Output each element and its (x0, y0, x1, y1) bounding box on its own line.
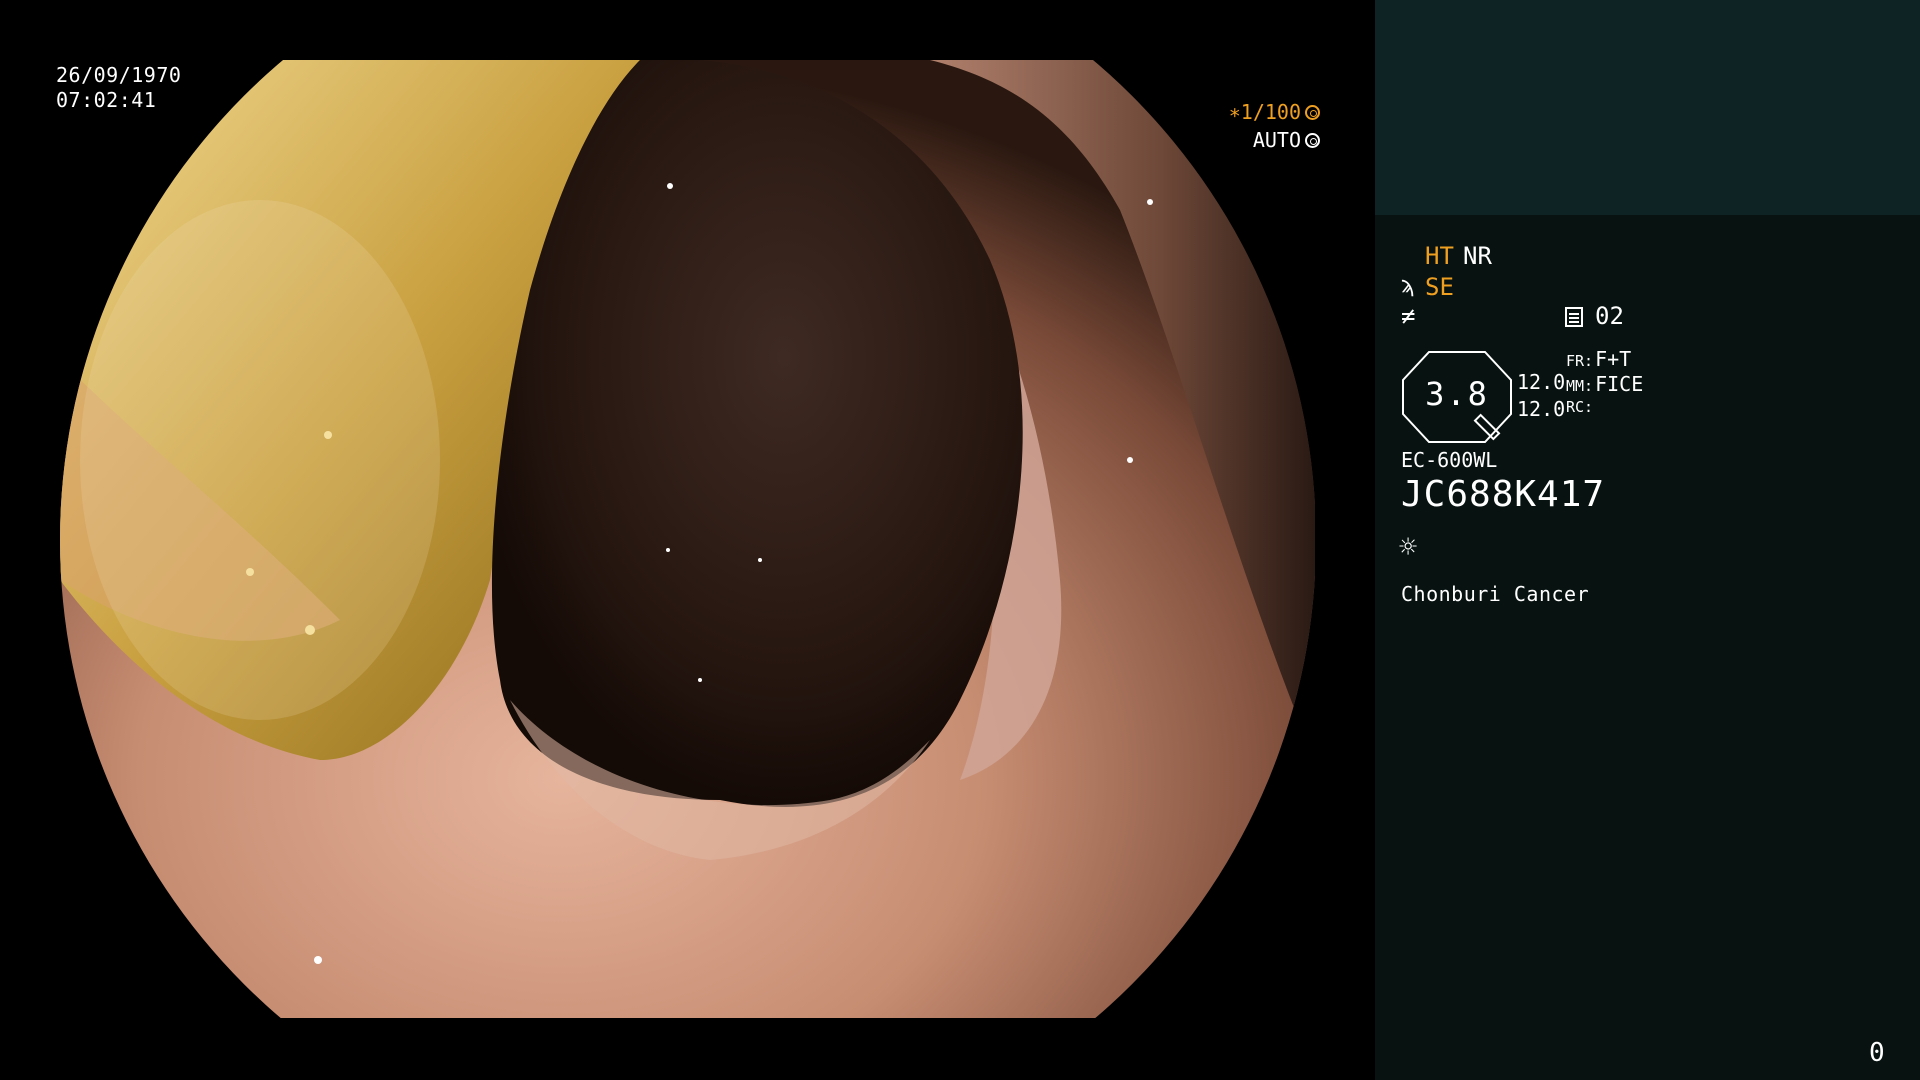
exposure-info: ∗1/100 AUTO (1200, 98, 1320, 154)
scope-serial: JC688K417 (1401, 474, 1606, 515)
mm-value: FICE (1595, 372, 1644, 396)
scope-model: EC-600WL (1401, 448, 1498, 472)
zoom-value: 3.8 (1425, 375, 1489, 413)
memory-value: 02 (1595, 302, 1624, 330)
time-text: 07:02:41 (56, 88, 157, 112)
fr-value: F+T (1595, 347, 1632, 371)
rc-key: RC: (1566, 398, 1594, 416)
light-source-icon: ☼ (1399, 530, 1418, 565)
date-text: 26/09/1970 (56, 63, 182, 87)
value-b: 12.0 (1517, 397, 1566, 421)
memory-card-icon (1565, 307, 1583, 327)
mm-setting: MM: FICE (1566, 372, 1643, 396)
endoscope-viewport: 26/09/1970 07:02:41 ∗1/100 AUTO (0, 0, 1375, 1080)
info-panel: HT NR ϡ SE ≠ 02 3.8 12.0 12.0 FR: F+T MM… (1375, 0, 1920, 1080)
value-a: 12.0 (1517, 370, 1566, 394)
exposure-mode: AUTO (1252, 128, 1301, 152)
nr-indicator: NR (1463, 242, 1492, 270)
fr-key: FR: (1566, 352, 1594, 370)
fr-setting: FR: F+T (1566, 347, 1631, 371)
ht-indicator: HT (1425, 242, 1454, 270)
enhance-curve-icon: ϡ (1401, 273, 1415, 298)
panel-header (1375, 0, 1920, 215)
endoscopic-image (60, 60, 1315, 1018)
hospital-name: Chonburi Cancer (1401, 582, 1590, 606)
aperture-icon (1305, 104, 1320, 120)
not-equal-icon: ≠ (1401, 302, 1416, 330)
mm-key: MM: (1566, 377, 1594, 395)
shutter-speed: ∗1/100 (1228, 100, 1301, 124)
iris-icon (1305, 132, 1320, 148)
se-indicator: SE (1425, 273, 1454, 301)
rc-setting: RC: (1566, 398, 1595, 416)
datetime-display: 26/09/1970 07:02:41 (56, 63, 181, 113)
frame-counter: 0 (1869, 1038, 1885, 1068)
